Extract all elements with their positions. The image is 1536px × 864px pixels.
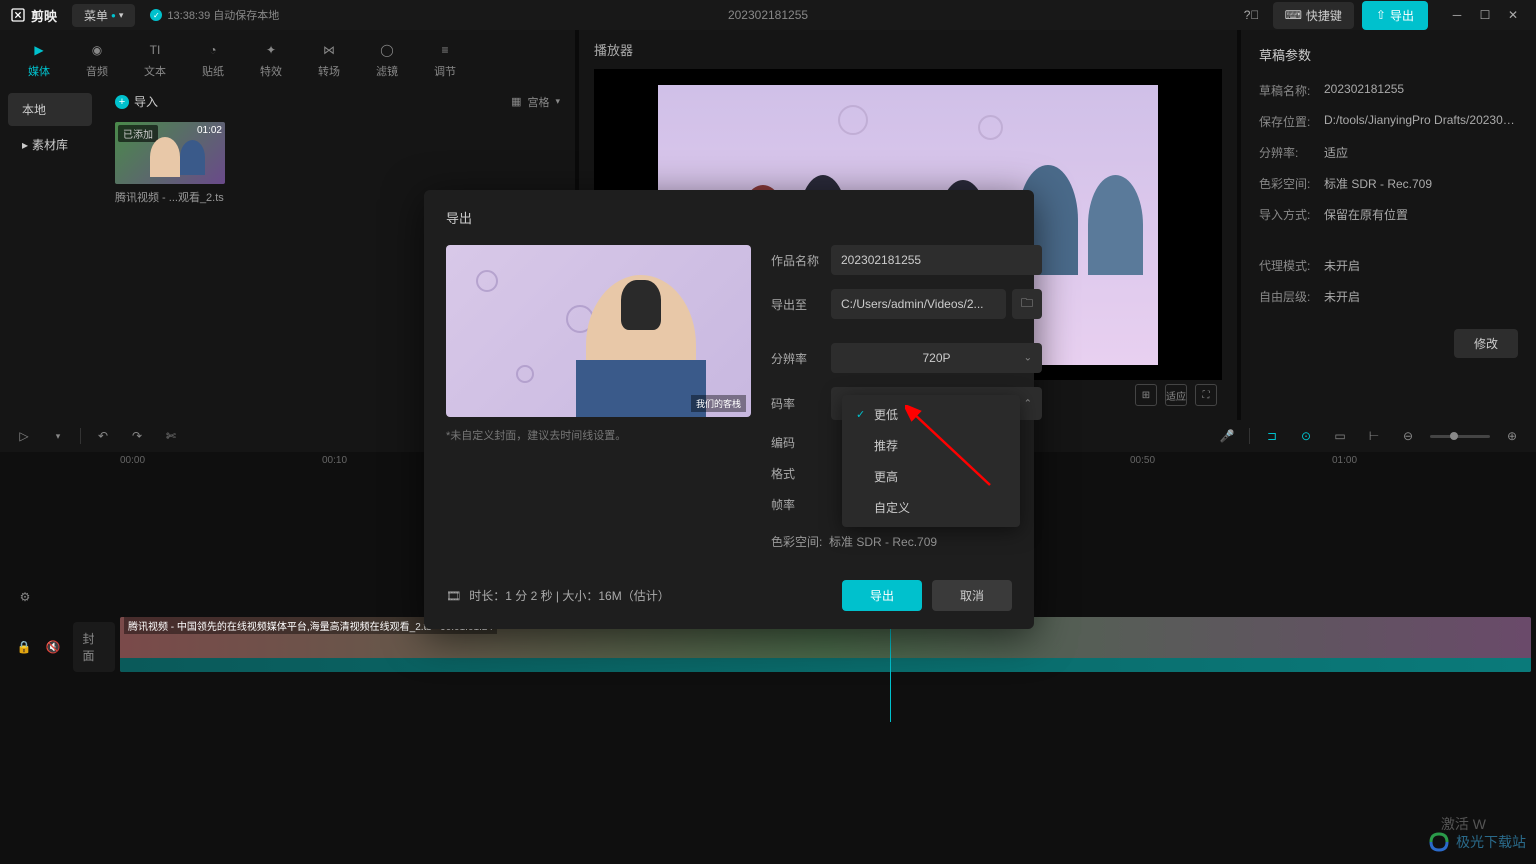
dropdown-option-recommended[interactable]: 推荐 [842,430,1020,461]
tab-effect[interactable]: ✦特效 [252,38,290,85]
tab-sticker[interactable]: ◔贴纸 [194,38,232,85]
check-icon: ✓ [856,408,868,421]
maximize-button[interactable]: ☐ [1472,2,1498,28]
tab-transition[interactable]: ⋈转场 [310,38,348,85]
clip-duration: 01:02 [197,125,222,136]
zoom-out-icon[interactable]: ⊖ [1396,424,1420,448]
minimize-button[interactable]: ─ [1444,2,1470,28]
chevron-down-icon[interactable]: ▾ [46,424,70,448]
audio-icon: ◉ [87,40,107,60]
keyboard-icon: ⌨ [1285,8,1302,22]
import-button[interactable]: + 导入 [115,93,158,110]
align-icon[interactable]: ⊢ [1362,424,1386,448]
watermark: 极光下载站 [1427,830,1526,854]
audio-waveform [120,658,1531,672]
mic-icon[interactable]: 🎤 [1215,424,1239,448]
check-icon: ✓ [150,9,162,21]
settings-icon[interactable]: ⚙ [15,587,35,607]
export-button-top[interactable]: ⇧ 导出 [1362,1,1428,30]
lock-icon[interactable]: 🔒 [15,637,34,657]
media-icon: ▶ [29,40,49,60]
preview-icon[interactable]: ▭ [1328,424,1352,448]
plus-icon: + [115,95,129,109]
dropdown-option-lower[interactable]: ✓更低 [842,399,1020,430]
pointer-tool-icon[interactable]: ▷ [12,424,36,448]
dialog-title: 导出 [446,208,1012,227]
watermark-icon [1427,830,1451,854]
dropdown-option-higher[interactable]: 更高 [842,461,1020,492]
cover-button[interactable]: 封面 [73,622,116,672]
text-icon: TI [145,40,165,60]
help-icon[interactable]: ?⃝ [1239,2,1265,28]
mute-icon[interactable]: 🔇 [44,637,63,657]
tab-text[interactable]: TI文本 [136,38,174,85]
magnet-icon[interactable]: ⊐ [1260,424,1284,448]
titlebar: 剪映 菜单 ● ▾ ✓ 13:38:39 自动保存本地 202302181255… [0,0,1536,30]
app-logo: 剪映 [10,6,57,25]
param-row: 代理模式:未开启 [1259,257,1518,274]
fullscreen-icon[interactable]: ⛶ [1195,384,1217,406]
param-row: 色彩空间:标准 SDR - Rec.709 [1259,175,1518,192]
param-row: 导入方式:保留在原有位置 [1259,206,1518,223]
bitrate-dropdown: ✓更低 推荐 更高 自定义 [842,395,1020,527]
clip-name: 腾讯视频 - ...观看_2.ts [115,189,225,205]
sticker-icon: ◔ [203,40,223,60]
colorspace-info: 色彩空间: 标准 SDR - Rec.709 [771,533,1042,550]
export-info: 🎞 时长：1 分 2 秒 | 大小：16M（估计） [446,587,670,604]
tab-adjust[interactable]: ≡调节 [426,38,464,85]
chevron-down-icon: ⌄ [1024,353,1032,364]
tab-media[interactable]: ▶媒体 [20,38,58,85]
view-options[interactable]: ▦ 宫格 ▾ [511,94,560,110]
menu-button[interactable]: 菜单 ● ▾ [72,4,135,27]
app-name: 剪映 [31,6,57,25]
properties-panel: 草稿参数 草稿名称:202302181255 保存位置:D:/tools/Jia… [1241,30,1536,420]
param-row: 分辨率:适应 [1259,144,1518,161]
film-icon: 🎞 [446,589,461,603]
media-clip[interactable]: 已添加 01:02 腾讯视频 - ...观看_2.ts [115,122,225,205]
params-title: 草稿参数 [1259,45,1518,64]
param-row: 自由层级:未开启 [1259,288,1518,305]
autosave-status: ✓ 13:38:39 自动保存本地 [150,7,279,23]
dialog-hint: *未自定义封面，建议去时间线设置。 [446,427,751,443]
transition-icon: ⋈ [319,40,339,60]
folder-button[interactable]: 🗀 [1012,289,1042,319]
media-sidebar: 本地 ▸素材库 [0,85,100,420]
tab-filter[interactable]: ◯滤镜 [368,38,406,85]
export-icon: ⇧ [1376,8,1386,22]
zoom-slider[interactable] [1430,435,1490,438]
cancel-button[interactable]: 取消 [932,580,1012,611]
param-row: 保存位置:D:/tools/JianyingPro Drafts/2023021… [1259,113,1518,130]
compare-icon[interactable]: ⊞ [1135,384,1157,406]
export-preview: 我们的客栈 [446,245,751,417]
sidebar-item-local[interactable]: 本地 [8,93,92,126]
effect-icon: ✦ [261,40,281,60]
split-icon[interactable]: ✄ [159,424,183,448]
close-button[interactable]: ✕ [1500,2,1526,28]
grid-icon: ▦ [511,95,521,108]
category-tabs: ▶媒体 ◉音频 TI文本 ◔贴纸 ✦特效 ⋈转场 ◯滤镜 ≡调节 [0,30,575,85]
added-badge: 已添加 [118,125,158,142]
zoom-in-icon[interactable]: ⊕ [1500,424,1524,448]
sidebar-item-library[interactable]: ▸素材库 [8,128,92,161]
modify-button[interactable]: 修改 [1454,329,1518,358]
ratio-button[interactable]: 适应 [1165,384,1187,406]
adjust-icon: ≡ [435,40,455,60]
player-title: 播放器 [594,40,1222,59]
undo-icon[interactable]: ↶ [91,424,115,448]
export-confirm-button[interactable]: 导出 [842,580,922,611]
shortcut-button[interactable]: ⌨ 快捷键 [1273,2,1354,29]
redo-icon[interactable]: ↷ [125,424,149,448]
tab-audio[interactable]: ◉音频 [78,38,116,85]
project-title: 202302181255 [728,8,808,22]
folder-icon: 🗀 [1021,294,1033,315]
dropdown-option-custom[interactable]: 自定义 [842,492,1020,523]
link-icon[interactable]: ⊙ [1294,424,1318,448]
project-name-input[interactable] [831,245,1042,275]
chevron-up-icon: ⌃ [1024,398,1032,409]
resolution-select[interactable]: 720P⌄ [831,343,1042,373]
export-path-input[interactable] [831,289,1006,319]
logo-icon [10,7,26,23]
filter-icon: ◯ [377,40,397,60]
param-row: 草稿名称:202302181255 [1259,82,1518,99]
